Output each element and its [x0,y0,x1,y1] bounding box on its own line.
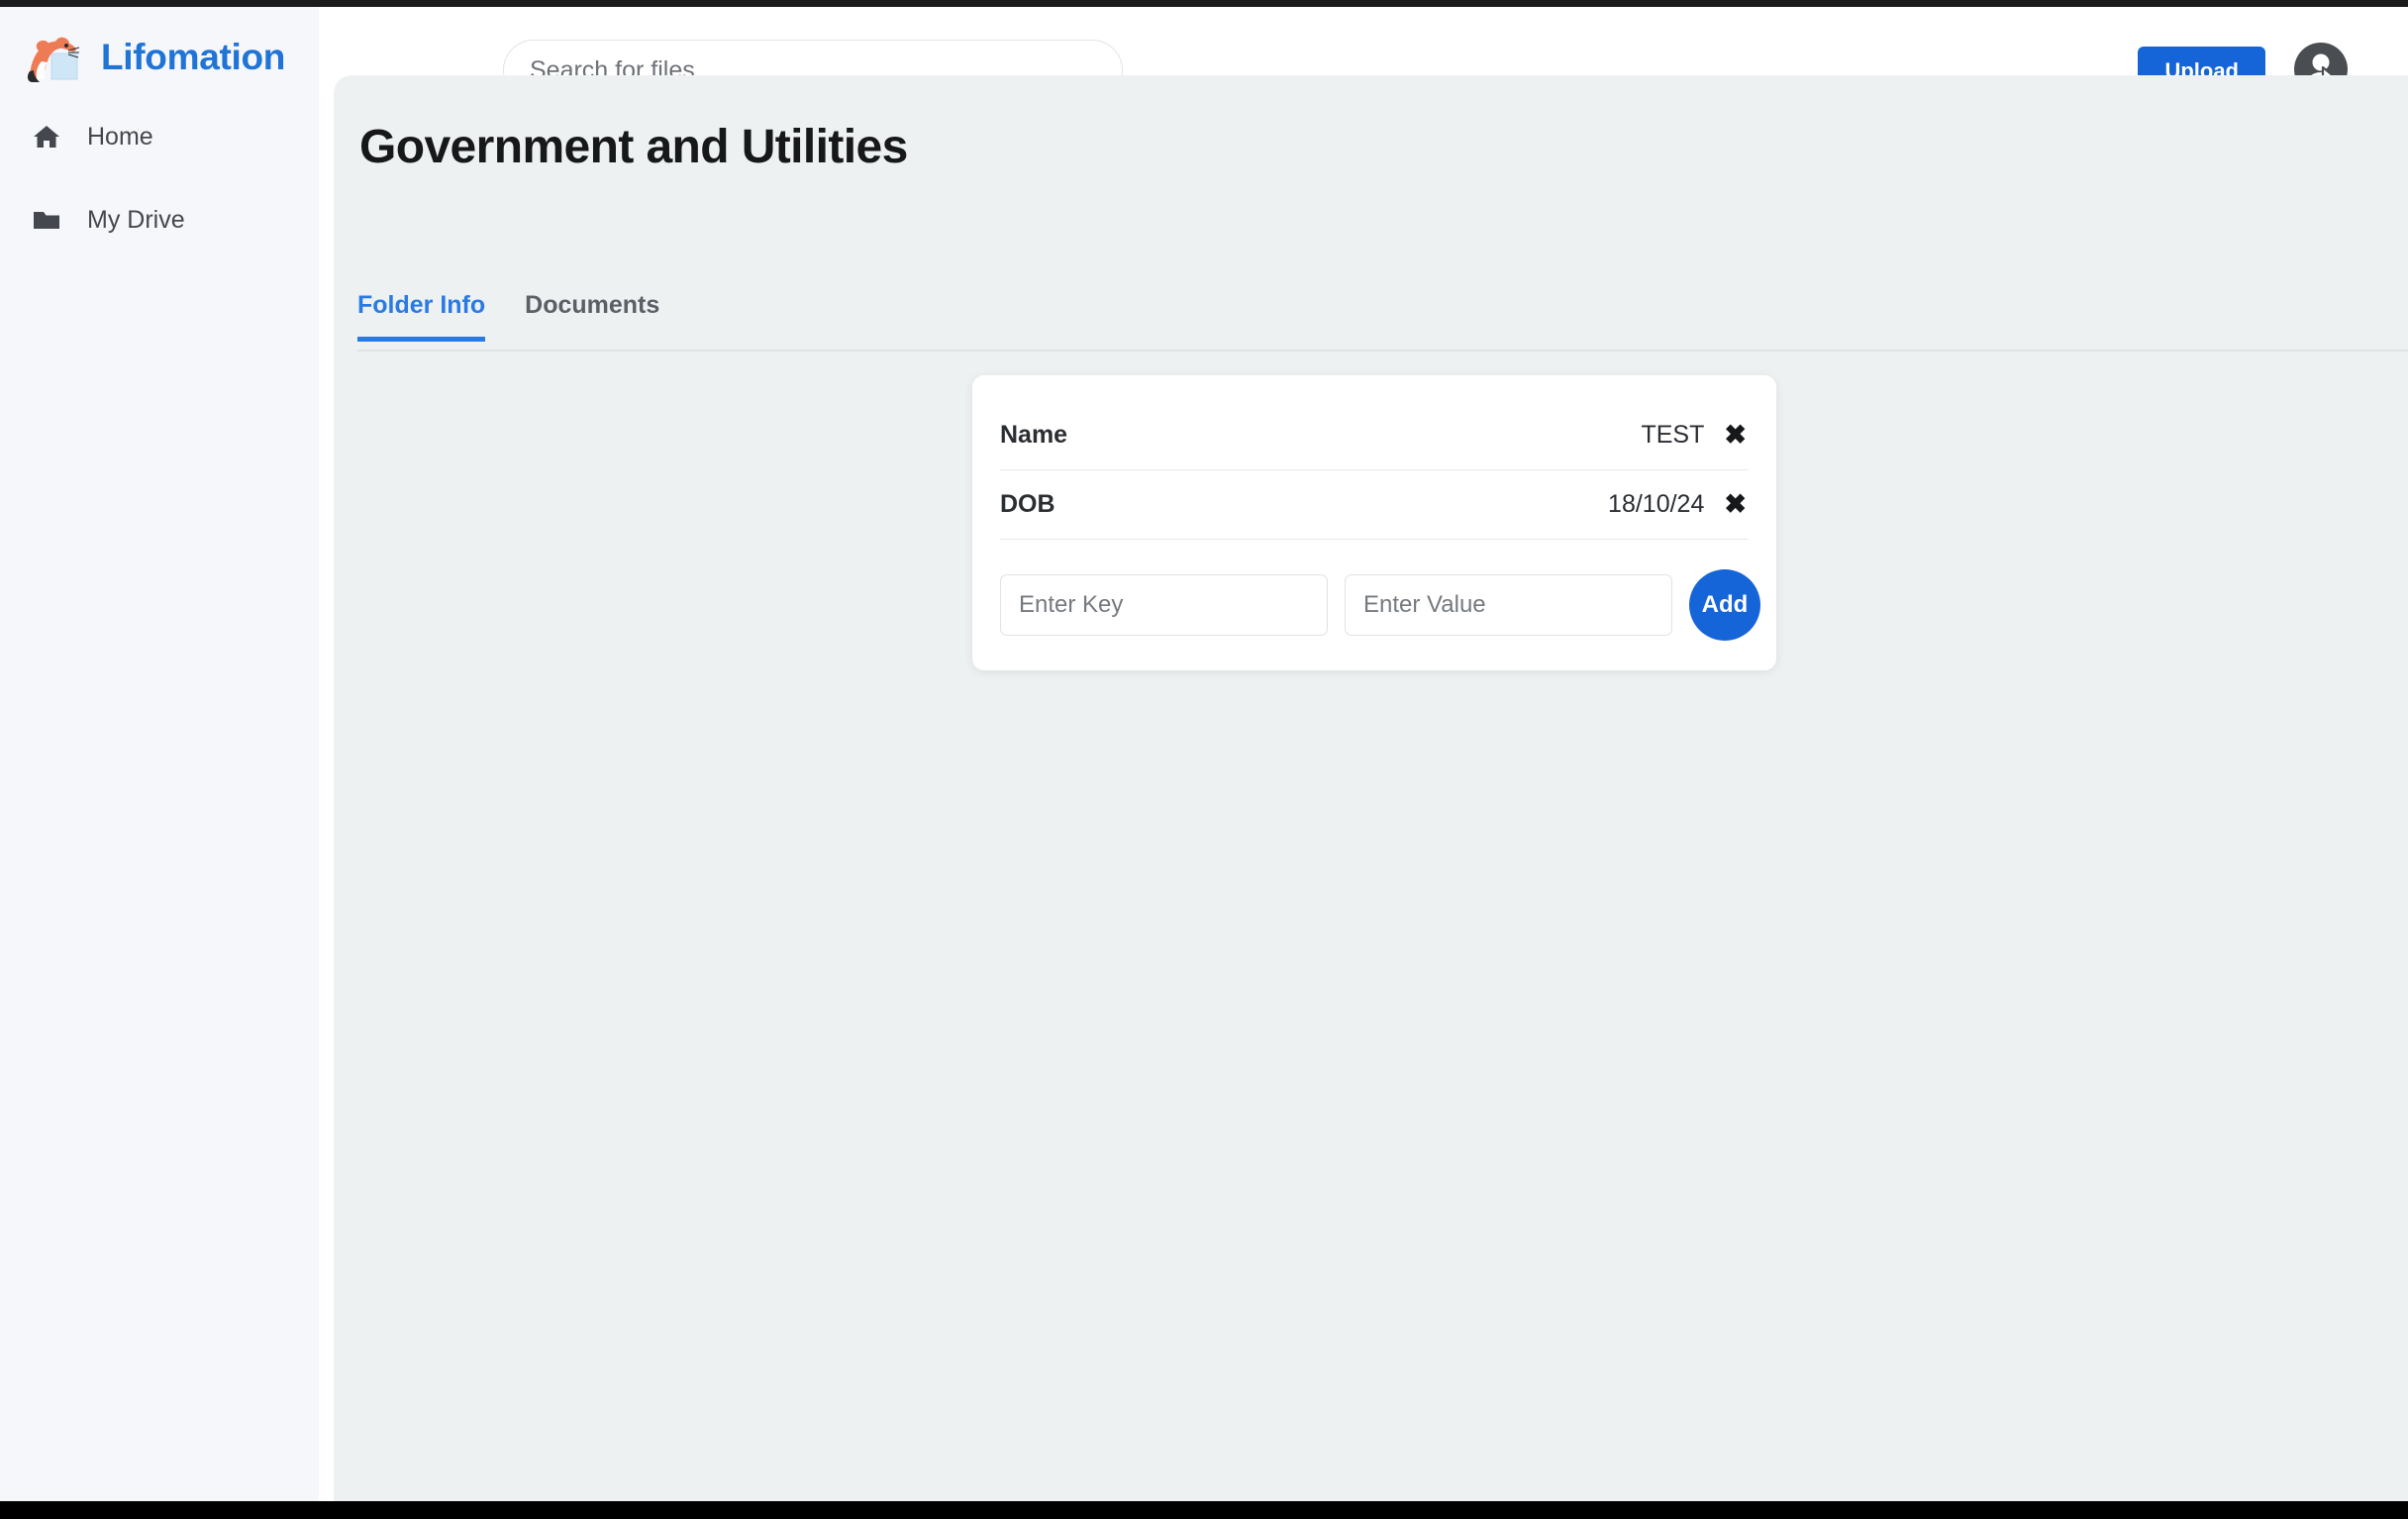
add-metadata-form: Add [1000,569,1760,641]
sidebar-item-my-drive[interactable]: My Drive [0,194,319,246]
metadata-card: Name TEST ✖ DOB 18/10/24 ✖ Add [972,375,1776,670]
metadata-value: 18/10/24 [1608,490,1705,518]
tab-folder-info[interactable]: Folder Info [357,291,486,342]
metadata-key: DOB [1000,490,1055,518]
top-chrome-bar [0,0,2408,7]
metadata-key: Name [1000,421,1068,449]
folder-icon [34,212,59,229]
sidebar-item-home-label: Home [87,122,153,151]
table-row: DOB 18/10/24 ✖ [1000,470,1749,540]
add-button[interactable]: Add [1689,569,1760,641]
sidebar-item-my-drive-label: My Drive [87,205,185,234]
sidebar-item-home[interactable]: Home [0,111,319,162]
metadata-value: TEST [1641,421,1705,449]
tab-bar: Folder Info Documents [357,291,659,342]
sidebar: Home My Drive [0,75,319,1501]
app-header [0,7,2408,75]
page-title: Government and Utilities [359,121,908,173]
tab-documents[interactable]: Documents [525,291,659,342]
enter-value-input[interactable] [1345,574,1672,636]
tab-divider [357,350,2408,352]
table-row: Name TEST ✖ [1000,401,1749,470]
delete-row-icon[interactable]: ✖ [1722,491,1749,518]
cat-and-box-logo-icon [27,37,80,82]
home-icon [34,126,59,148]
main-content: Government and Utilities Folder Info Doc… [334,75,2408,1501]
brand-name: Lifomation [101,37,286,77]
app-screen: Lifomation Upload Home My Drive [0,0,2408,1519]
enter-key-input[interactable] [1000,574,1328,636]
metadata-row-right: 18/10/24 ✖ [1608,490,1749,519]
metadata-row-right: TEST ✖ [1641,421,1749,450]
bottom-chrome-bar [0,1501,2408,1519]
delete-row-icon[interactable]: ✖ [1722,422,1749,449]
brand[interactable]: Lifomation [22,32,285,83]
